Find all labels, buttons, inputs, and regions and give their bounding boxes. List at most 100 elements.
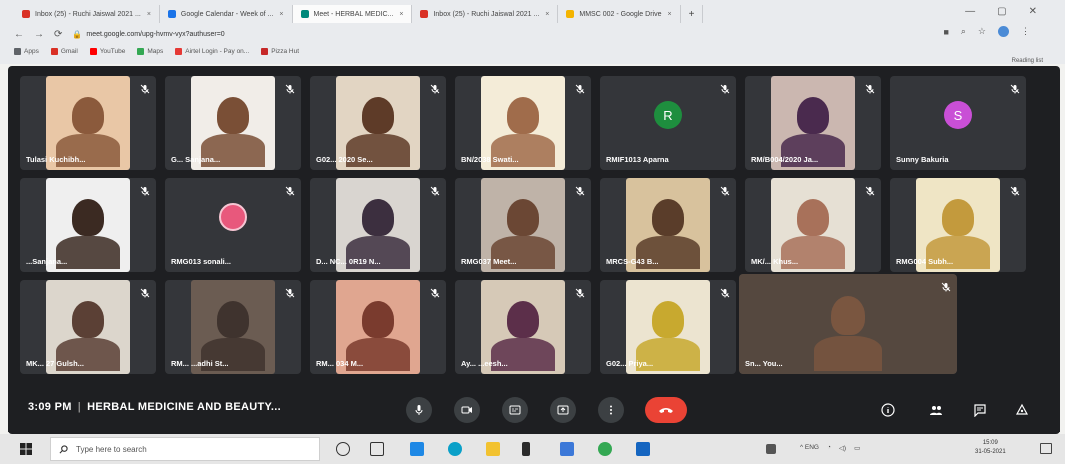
- participant-tile[interactable]: RMG037 Meet...: [455, 178, 591, 272]
- participant-tile[interactable]: D... NC... 0R19 N...: [310, 178, 446, 272]
- browser-tab[interactable]: Google Calendar - Week of ... ×: [160, 5, 293, 23]
- camera-permission-icon[interactable]: ■: [943, 27, 948, 37]
- participant-tile[interactable]: MRCS-G43 B...: [600, 178, 736, 272]
- tab-close-icon[interactable]: ×: [545, 11, 549, 18]
- chat-button[interactable]: [970, 400, 990, 420]
- camera-button[interactable]: [454, 397, 480, 423]
- new-tab-button[interactable]: +: [681, 5, 704, 23]
- profile-avatar[interactable]: [998, 26, 1009, 37]
- captions-button[interactable]: [502, 397, 528, 423]
- tab-close-icon[interactable]: ×: [279, 11, 283, 18]
- store-icon[interactable]: [410, 442, 424, 456]
- system-tray[interactable]: ^ ENG ◔ ◁) ▭: [800, 444, 860, 452]
- participant-tile[interactable]: RM... 034 M...: [310, 280, 446, 374]
- bookmark-item[interactable]: Apps: [14, 47, 39, 55]
- maximize-icon[interactable]: ▢: [997, 6, 1006, 17]
- meeting-details[interactable]: 3:09 PM | HERBAL MEDICINE AND BEAUTY...: [28, 401, 281, 413]
- participant-name: ...Sanjana...: [26, 257, 68, 266]
- participant-tile[interactable]: G02... 2020 Se...: [310, 76, 446, 170]
- dropbox-icon[interactable]: [560, 442, 574, 456]
- windows-start-icon[interactable]: [20, 443, 32, 455]
- taskbar-clock[interactable]: 15:09 31-05-2021: [975, 439, 1006, 457]
- zoom-icon[interactable]: ⌕: [961, 26, 966, 37]
- mic-muted-icon: [285, 285, 295, 298]
- tab-close-icon[interactable]: ×: [147, 11, 151, 18]
- clock-date: 31-05-2021: [975, 449, 1006, 455]
- activities-button[interactable]: [1012, 400, 1032, 420]
- end-call-button[interactable]: [645, 397, 687, 423]
- more-options-button[interactable]: [598, 397, 624, 423]
- participant-tile[interactable]: MK/... Khus...: [745, 178, 881, 272]
- window-controls: — ▢ ✕: [965, 6, 1037, 17]
- chrome-icon[interactable]: [598, 442, 612, 456]
- bookmark-label: Maps: [147, 47, 164, 55]
- participant-tile[interactable]: ...Sanjana...: [20, 178, 156, 272]
- volume-icon[interactable]: ◁): [839, 444, 846, 452]
- browser-tab[interactable]: Meet - HERBAL MEDIC... ×: [292, 5, 413, 23]
- participant-tile[interactable]: RM... ...adhi St...: [165, 280, 301, 374]
- task-view-icon[interactable]: [370, 442, 384, 456]
- participant-tile[interactable]: G02... Priya...: [600, 280, 736, 374]
- participant-tile[interactable]: S Sunny Bakuria: [890, 76, 1026, 170]
- browser-tab[interactable]: Inbox (25) - Ruchi Jaiswal 2021 ... ×: [412, 5, 559, 23]
- participant-name: Sunny Bakuria: [896, 155, 949, 164]
- menu-icon[interactable]: ⋮: [1021, 26, 1030, 37]
- notification-app-icon[interactable]: [766, 444, 776, 454]
- chat-icon: [974, 404, 986, 417]
- tab-label: Google Calendar - Week of ...: [180, 10, 274, 18]
- star-icon[interactable]: ☆: [978, 26, 986, 37]
- present-button[interactable]: [550, 397, 576, 423]
- cortana-icon[interactable]: [336, 442, 350, 456]
- bookmark-item[interactable]: Airtel Login - Pay on...: [175, 47, 249, 55]
- mic-muted-icon: [140, 285, 150, 298]
- tab-label: Inbox (25) - Ruchi Jaiswal 2021 ...: [433, 10, 540, 18]
- info-button[interactable]: [878, 400, 898, 420]
- participant-tile[interactable]: Ay... ...eesh...: [455, 280, 591, 374]
- search-icon: [59, 444, 68, 453]
- bookmark-favicon-icon: [50, 47, 58, 55]
- bookmark-favicon-icon: [137, 47, 145, 55]
- participant-name: RMG013 sonali...: [171, 257, 232, 266]
- file-explorer-icon[interactable]: [486, 442, 500, 456]
- participant-tile[interactable]: G... Sanjana...: [165, 76, 301, 170]
- minimize-icon[interactable]: —: [965, 6, 975, 17]
- tab-favicon-icon: [420, 10, 429, 18]
- mail-icon[interactable]: [636, 442, 650, 456]
- mic-button[interactable]: [406, 397, 432, 423]
- bookmark-item[interactable]: Maps: [137, 47, 164, 55]
- participant-tile[interactable]: MK... 27 Gulsh...: [20, 280, 156, 374]
- browser-tab[interactable]: Inbox (25) - Ruchi Jaiswal 2021 ... ×: [14, 5, 160, 23]
- tab-strip: Inbox (25) - Ruchi Jaiswal 2021 ... × Goo…: [14, 4, 704, 24]
- people-button[interactable]: [926, 400, 946, 420]
- tab-close-icon[interactable]: ×: [667, 11, 671, 18]
- participant-tile[interactable]: RMG013 sonali...: [165, 178, 301, 272]
- lightning-app-icon[interactable]: [522, 442, 530, 456]
- reload-icon[interactable]: ⟳: [54, 29, 62, 40]
- wifi-icon[interactable]: ◔: [827, 444, 831, 452]
- back-icon[interactable]: ←: [14, 29, 24, 40]
- url-field[interactable]: meet.google.com/upg-hvmv-vyx?authuser=0: [86, 31, 224, 38]
- participant-avatar: R: [654, 101, 682, 129]
- participant-tile[interactable]: Sn... You...: [739, 274, 957, 374]
- participant-tile[interactable]: R RMIF1013 Aparna: [600, 76, 736, 170]
- meet-grid: Tulasi Kuchibh... G... Sanjana... G02... 2…: [8, 66, 1060, 434]
- address-actions: ■ ⌕ ☆ ⋮: [943, 26, 1030, 37]
- reading-list-button[interactable]: Reading list: [1012, 58, 1043, 64]
- bookmark-item[interactable]: YouTube: [89, 47, 125, 55]
- notifications-icon[interactable]: [1040, 443, 1052, 454]
- participant-tile[interactable]: RM/B004/2020 Ja...: [745, 76, 881, 170]
- participant-tile[interactable]: Tulasi Kuchibh...: [20, 76, 156, 170]
- close-icon[interactable]: ✕: [1029, 6, 1037, 17]
- forward-icon[interactable]: →: [34, 29, 44, 40]
- participant-tile[interactable]: RMG004 Subh...: [890, 178, 1026, 272]
- battery-icon[interactable]: ▭: [854, 444, 860, 452]
- browser-tab[interactable]: MMSC 002 - Google Drive ×: [558, 5, 681, 23]
- bookmark-item[interactable]: Gmail: [50, 47, 78, 55]
- bookmark-item[interactable]: Pizza Hut: [261, 47, 299, 55]
- edge-icon[interactable]: [448, 442, 462, 456]
- people-icon: [930, 406, 942, 415]
- tab-close-icon[interactable]: ×: [399, 11, 403, 18]
- taskbar-search-box[interactable]: Type here to search: [50, 437, 320, 461]
- end-call-icon: [659, 408, 673, 413]
- participant-tile[interactable]: BN/2038 Swati...: [455, 76, 591, 170]
